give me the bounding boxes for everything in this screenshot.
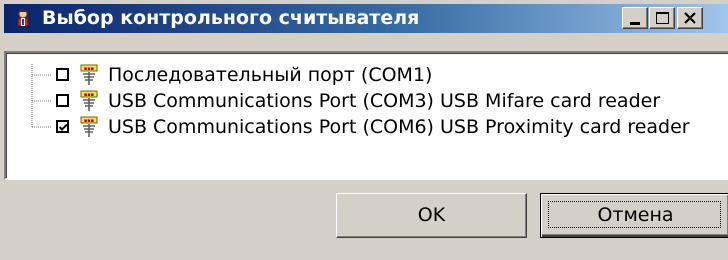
reader-label: USB Communications Port (COM3) USB Mifar…: [108, 90, 661, 112]
maximize-icon: [656, 12, 669, 24]
minimize-button[interactable]: [622, 7, 648, 29]
reader-checkbox[interactable]: [56, 68, 69, 81]
reader-label: USB Communications Port (COM6) USB Proxi…: [108, 116, 690, 138]
maximize-button[interactable]: [649, 7, 675, 29]
minimize-icon: [630, 22, 640, 25]
svg-text:▪▪▪: ▪▪▪: [84, 92, 94, 98]
reader-checkbox[interactable]: [56, 120, 69, 133]
close-icon: [684, 12, 696, 24]
dialog-window: Выбор контрольного считывателя ▪▪▪ После…: [0, 0, 728, 260]
reader-list[interactable]: ▪▪▪ Последовательный порт (COM1) ▪▪▪ USB…: [4, 51, 728, 180]
list-item[interactable]: ▪▪▪ Последовательный порт (COM1): [6, 64, 728, 90]
title-bar[interactable]: Выбор контрольного считывателя: [4, 4, 728, 33]
close-button[interactable]: [677, 7, 703, 29]
reader-label: Последовательный порт (COM1): [108, 64, 433, 86]
list-item[interactable]: ▪▪▪ USB Communications Port (COM6) USB P…: [6, 116, 728, 138]
tree-connector: [31, 116, 52, 128]
card-reader-icon: ▪▪▪: [78, 90, 100, 112]
list-item[interactable]: ▪▪▪ USB Communications Port (COM3) USB M…: [6, 90, 728, 116]
ok-button[interactable]: OK: [336, 193, 527, 238]
tree-connector: [31, 64, 52, 90]
cancel-button[interactable]: Отмена: [540, 193, 728, 238]
svg-text:▪▪▪: ▪▪▪: [84, 118, 94, 124]
checkmark-icon: [58, 123, 68, 131]
tree-connector: [31, 90, 52, 116]
card-reader-icon: ▪▪▪: [78, 116, 100, 138]
card-reader-icon: ▪▪▪: [78, 64, 100, 86]
reader-checkbox[interactable]: [56, 94, 69, 107]
window-title: Выбор контрольного считывателя: [42, 7, 420, 29]
reader-person-icon: [13, 9, 33, 29]
svg-text:▪▪▪: ▪▪▪: [84, 66, 94, 72]
cancel-button-label: Отмена: [597, 204, 674, 226]
